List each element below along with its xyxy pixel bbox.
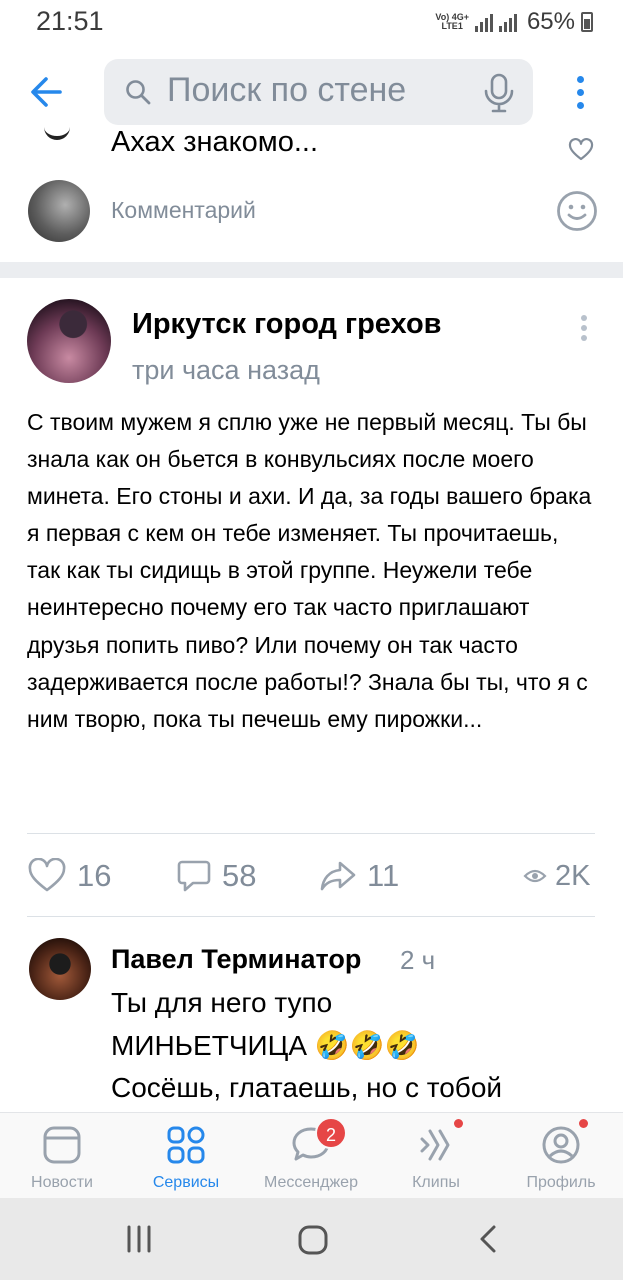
comment-author[interactable]: Павел Терминатор [111,944,361,975]
more-options-icon[interactable] [566,68,594,116]
tab-services[interactable]: Сервисы [124,1113,248,1199]
signal-icon [474,12,493,32]
eye-icon [523,869,547,883]
clips-icon [420,1129,450,1161]
system-nav-bar [0,1198,623,1280]
heart-icon[interactable] [568,138,594,162]
home-icon[interactable] [297,1224,329,1256]
shares-count: 11 [367,858,400,893]
heart-icon [28,858,66,892]
back-button[interactable] [26,70,70,114]
comment-input[interactable]: Комментарий [111,197,256,224]
search-field[interactable]: Поиск по стене [104,59,533,125]
post-separator [0,262,623,278]
status-bar: 21:51 Vo) 4G+ LTE1 65% [0,0,623,44]
comments-count: 58 [222,858,257,893]
recent-apps-icon[interactable] [124,1224,154,1254]
messenger-badge: 2 [315,1117,347,1149]
divider [27,833,595,834]
comment-icon [177,860,211,892]
battery-icon [581,12,593,32]
status-indicators: Vo) 4G+ LTE1 65% [435,8,593,36]
network-indicator: Vo) 4G+ LTE1 [435,12,469,31]
views-counter: 2K [523,852,590,900]
post-actions: 16 58 11 2K [27,852,595,900]
search-placeholder: Поиск по стене [167,71,407,109]
likes-count: 16 [77,858,112,893]
post-time: три часа назад [132,355,320,385]
prev-comment-text: Ахах знакомо... [111,126,319,158]
microphone-icon[interactable] [482,73,516,113]
share-button[interactable]: 11 [319,852,399,900]
signal-icon-2 [498,12,517,32]
community-avatar[interactable] [27,299,111,383]
back-nav-icon[interactable] [476,1224,502,1254]
clips-notification-dot [454,1119,463,1128]
post-text: С твоим мужем я сплю уже не первый месяц… [27,409,592,732]
emoji-icon[interactable] [556,190,598,232]
like-button[interactable]: 16 [27,852,111,900]
avatar [28,180,90,242]
profile-icon [542,1126,580,1164]
post-author[interactable]: Иркутск город грехов [132,308,441,341]
comment-button[interactable]: 58 [176,852,256,900]
commenter-avatar[interactable] [29,938,91,1000]
tab-messenger[interactable]: 2 Мессенджер [249,1113,373,1199]
divider [27,916,595,917]
status-time: 21:51 [36,6,104,36]
share-icon [320,861,356,891]
arrow-left-icon [31,77,62,107]
views-count: 2K [555,859,591,892]
bottom-tab-bar: Новости Сервисы 2 Мессенджер Клипы Профи… [0,1112,623,1198]
tab-clips[interactable]: Клипы [374,1113,498,1199]
comment-time: 2 ч [400,945,436,975]
profile-notification-dot [579,1119,588,1128]
tab-news[interactable]: Новости [0,1113,124,1199]
search-icon [126,80,151,105]
tab-profile[interactable]: Профиль [499,1113,623,1199]
post-more-icon[interactable] [574,310,594,346]
battery-percent: 65% [526,8,575,35]
comment-text: Ты для него тупо МИНЬЕТЧИЦА 🤣🤣🤣 Сосёшь, … [111,987,503,1103]
news-icon [43,1126,81,1164]
services-icon [167,1126,205,1164]
